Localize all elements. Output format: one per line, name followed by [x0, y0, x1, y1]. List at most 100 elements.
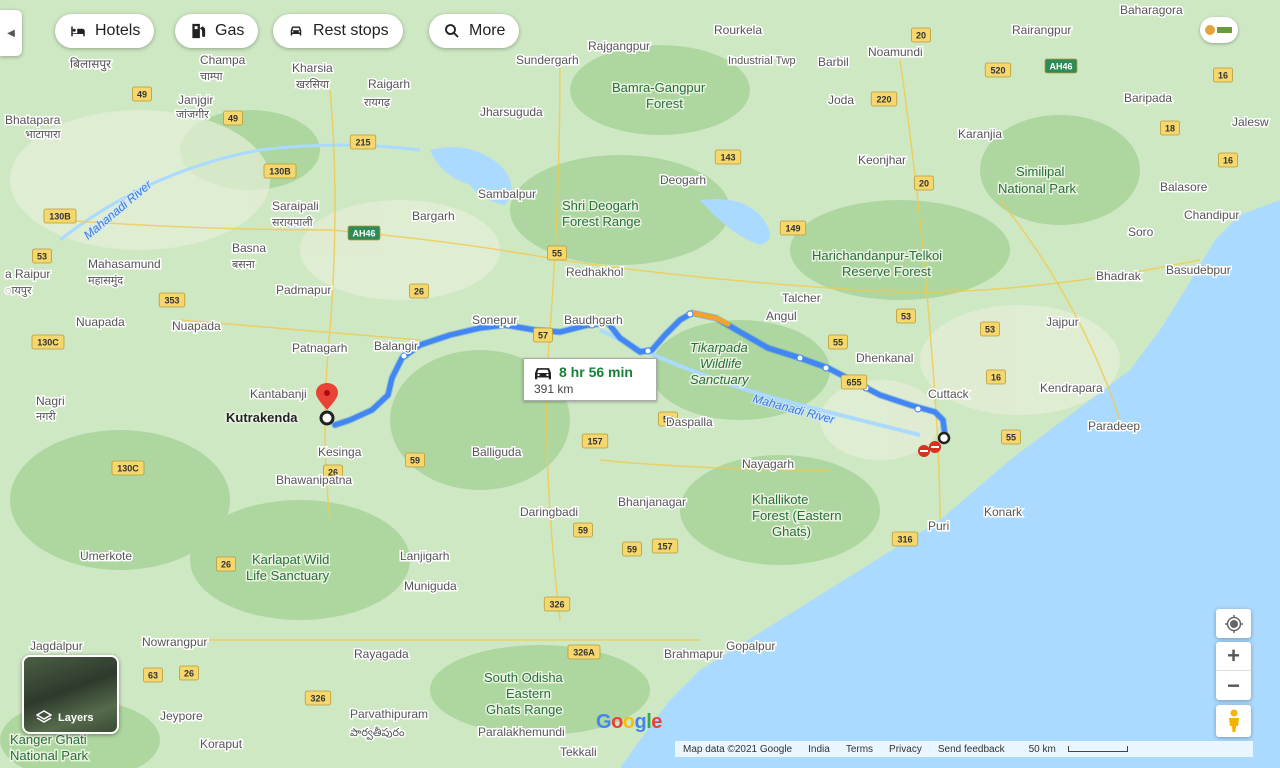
svg-text:Gopalpur: Gopalpur: [726, 639, 775, 653]
svg-text:Nowrangpur: Nowrangpur: [142, 635, 207, 649]
highway-number: 18: [1165, 124, 1175, 134]
pegman-icon: [1228, 709, 1239, 732]
bed-icon: [71, 26, 85, 37]
route-info-box[interactable]: 8 hr 56 min 391 km: [523, 358, 657, 401]
brand-logo: [1200, 17, 1238, 43]
highway-number: AH46: [1049, 62, 1072, 72]
svg-text:Ghats): Ghats): [772, 524, 811, 539]
chip-hotels[interactable]: Hotels: [55, 14, 155, 48]
highway-number: 130C: [37, 338, 59, 348]
svg-text:Paralakhemundi: Paralakhemundi: [478, 725, 565, 739]
terms-link[interactable]: Terms: [838, 744, 881, 755]
zoom-controls: + −: [1216, 642, 1251, 700]
svg-text:Nuapada: Nuapada: [76, 315, 125, 329]
zoom-in-button[interactable]: +: [1216, 642, 1251, 671]
svg-text:बसना: बसना: [232, 259, 255, 271]
svg-text:Paradeep: Paradeep: [1088, 419, 1140, 433]
svg-text:Barbil: Barbil: [818, 55, 849, 69]
highway-number: 59: [410, 456, 420, 466]
svg-text:Daringbadi: Daringbadi: [520, 505, 578, 519]
privacy-link[interactable]: Privacy: [881, 744, 930, 755]
svg-text:Dhenkanal: Dhenkanal: [856, 351, 913, 365]
svg-text:Puri: Puri: [928, 519, 949, 533]
highway-number: 26: [184, 669, 194, 679]
svg-text:Bhanjanagar: Bhanjanagar: [618, 495, 686, 509]
svg-text:सरायपाली: सरायपाली: [272, 216, 313, 229]
svg-text:Nayagarh: Nayagarh: [742, 457, 794, 471]
svg-text:जांजगीर: जांजगीर: [176, 108, 209, 121]
svg-text:Saraipali: Saraipali: [272, 199, 319, 213]
svg-text:ायपुर: ायपुर: [5, 285, 32, 297]
layers-button[interactable]: Layers: [22, 655, 119, 734]
svg-text:Ghats Range: Ghats Range: [486, 702, 563, 717]
highway-number: 655: [846, 378, 861, 388]
highway-number: 49: [228, 114, 238, 124]
svg-text:Janjgir: Janjgir: [178, 93, 213, 107]
chevron-left-icon: ◀: [7, 27, 15, 39]
svg-text:Nuapada: Nuapada: [172, 319, 221, 333]
svg-text:Raigarh: Raigarh: [368, 77, 410, 91]
svg-text:a Raipur: a Raipur: [5, 267, 50, 281]
highway-number: 20: [916, 31, 926, 41]
svg-text:Sanctuary: Sanctuary: [690, 372, 750, 387]
highway-number: 16: [1218, 71, 1228, 81]
chip-more[interactable]: More: [429, 14, 520, 48]
svg-text:Bhawanipatna: Bhawanipatna: [276, 473, 352, 487]
svg-text:Soro: Soro: [1128, 225, 1154, 239]
svg-text:Rourkela: Rourkela: [714, 23, 762, 37]
chip-label: Rest stops: [313, 22, 389, 39]
svg-text:नगरी: नगरी: [36, 410, 56, 423]
zoom-out-button[interactable]: −: [1216, 671, 1251, 700]
car-icon: [535, 368, 551, 380]
svg-text:Forest (Eastern: Forest (Eastern: [752, 508, 842, 523]
svg-text:Forest Range: Forest Range: [562, 214, 641, 229]
svg-text:चाम्पा: चाम्पा: [200, 71, 223, 83]
street-view-pegman[interactable]: [1216, 705, 1251, 737]
highway-number: 130B: [49, 212, 71, 222]
svg-text:Bargarh: Bargarh: [412, 209, 455, 223]
highway-number: 20: [919, 179, 929, 189]
scale-indicator[interactable]: 50 km: [1013, 744, 1136, 755]
send-feedback-link[interactable]: Send feedback: [930, 744, 1013, 755]
route-distance: 391 km: [534, 382, 574, 396]
location-target-icon: [1224, 614, 1243, 633]
highway-number: 326: [310, 694, 325, 704]
highway-number: 26: [221, 560, 231, 570]
svg-text:National Park: National Park: [10, 748, 89, 763]
svg-text:Reserve Forest: Reserve Forest: [842, 264, 931, 279]
chip-rest-stops[interactable]: Rest stops: [273, 14, 403, 48]
highway-number: 157: [587, 437, 602, 447]
highway-number: 26: [414, 287, 424, 297]
svg-text:Redhakhol: Redhakhol: [566, 265, 623, 279]
svg-text:महासमुंद: महासमुंद: [88, 274, 123, 287]
svg-text:Industrial Twp: Industrial Twp: [728, 55, 796, 67]
svg-text:Bamra-Gangpur: Bamra-Gangpur: [612, 80, 706, 95]
svg-text:Bhadrak: Bhadrak: [1096, 269, 1142, 283]
svg-text:Shri Deogarh: Shri Deogarh: [562, 198, 639, 213]
svg-text:Kanger Ghati: Kanger Ghati: [10, 732, 87, 747]
gas-pump-icon: [192, 23, 206, 39]
chip-label: More: [469, 22, 506, 39]
svg-text:Balasore: Balasore: [1160, 180, 1208, 194]
highway-number: 220: [876, 95, 891, 105]
svg-text:Balliguda: Balliguda: [472, 445, 522, 459]
svg-text:Muniguda: Muniguda: [404, 579, 457, 593]
chip-gas[interactable]: Gas: [175, 14, 259, 48]
highway-number: 215: [355, 138, 370, 148]
map-data-attribution: Map data ©2021 Google: [683, 743, 793, 755]
my-location-button[interactable]: [1216, 609, 1251, 638]
svg-text:Rajgangpur: Rajgangpur: [588, 39, 650, 53]
car-icon: [290, 26, 302, 36]
svg-text:Umerkote: Umerkote: [80, 549, 132, 563]
svg-text:Daspalla: Daspalla: [666, 415, 713, 429]
svg-text:Joda: Joda: [828, 93, 854, 107]
country-link[interactable]: India: [800, 744, 838, 755]
svg-text:Jagdalpur: Jagdalpur: [30, 639, 83, 653]
collapse-panel-button[interactable]: ◀: [0, 10, 22, 56]
highway-number: 316: [897, 535, 912, 545]
highway-number: 57: [538, 331, 548, 341]
highway-number: 55: [1006, 433, 1016, 443]
svg-text:Eastern: Eastern: [506, 686, 551, 701]
svg-text:Kantabanji: Kantabanji: [250, 387, 307, 401]
highway-number: 16: [1223, 156, 1233, 166]
